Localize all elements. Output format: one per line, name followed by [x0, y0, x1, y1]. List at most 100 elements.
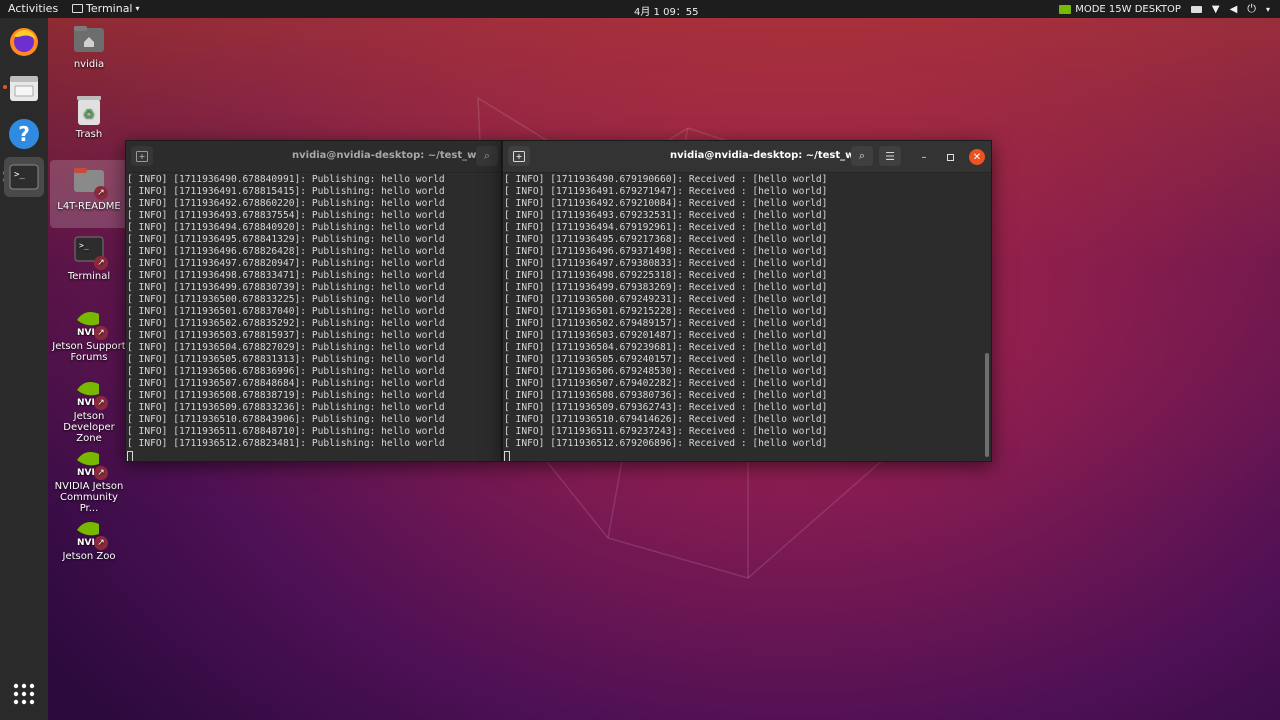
- desktop-icon-jetson-support-forums[interactable]: NVIL ↗ Jetson Support Forums: [50, 306, 128, 363]
- svg-text:>_: >_: [79, 241, 89, 250]
- svg-text:?: ?: [18, 122, 30, 146]
- shortcut-arrow-icon: ↗: [94, 466, 108, 480]
- terminal-small-icon: [72, 4, 83, 13]
- terminal-line: [ INFO] [1711936499.678830739]: Publishi…: [127, 282, 445, 293]
- firefox-icon: [10, 28, 38, 56]
- search-button[interactable]: ⌕: [851, 146, 873, 166]
- desktop-icon-nvidia[interactable]: nvidia: [50, 24, 128, 70]
- desktop-icon-terminal[interactable]: >_ ↗ Terminal: [50, 236, 128, 282]
- menu-button[interactable]: ☰: [879, 146, 901, 166]
- nvidia-power-mode-icon[interactable]: [1059, 4, 1072, 14]
- window-title: nvidia@nvidia-desktop: ~/test_ws: [292, 150, 483, 161]
- terminal-line: [ INFO] [1711936504.679239681]: Received…: [504, 342, 828, 353]
- terminal-line: [ INFO] [1711936499.679383269]: Received…: [504, 282, 828, 293]
- desktop-icon-label: L4T-README: [57, 201, 121, 212]
- terminal-line: [ INFO] [1711936490.679190660]: Received…: [504, 174, 828, 185]
- folder-shortcut-icon: ↗: [73, 166, 108, 200]
- desktop-icon-label: Jetson Zoo: [62, 551, 116, 562]
- terminal-window-publisher[interactable]: nvidia@nvidia-desktop: ~/test_ws ⌕ [ INF…: [125, 140, 502, 462]
- terminal-line: [ INFO] [1711936493.679232531]: Received…: [504, 210, 828, 221]
- desktop-icon-jetson-developer-zone[interactable]: NVIL ↗ Jetson Developer Zone: [50, 376, 128, 444]
- power-mode-label[interactable]: MODE 15W DESKTOP: [1075, 4, 1181, 15]
- terminal-line: [ INFO] [1711936504.678827029]: Publishi…: [127, 342, 445, 353]
- terminal-line: [ INFO] [1711936503.679201487]: Received…: [504, 330, 828, 341]
- terminal-line: [ INFO] [1711936509.679362743]: Received…: [504, 402, 828, 413]
- display-icon[interactable]: [1190, 5, 1202, 13]
- terminal-line: [ INFO] [1711936494.678840920]: Publishi…: [127, 222, 445, 233]
- terminal-line: [ INFO] [1711936506.678836996]: Publishi…: [127, 366, 445, 377]
- terminal-titlebar[interactable]: nvidia@nvidia-desktop: ~/test_ws ⌕: [126, 141, 501, 173]
- new-tab-button[interactable]: [131, 146, 153, 166]
- nvidia-logo-icon: NVIL ↗: [73, 376, 108, 410]
- system-tray[interactable]: MODE 15W DESKTOP ▼ ◀ ⏻ ▾: [1059, 2, 1270, 16]
- nvidia-logo-icon: NVIL ↗: [73, 516, 108, 550]
- text-cursor: [504, 451, 510, 461]
- app-menu-label: Terminal: [86, 2, 133, 15]
- shortcut-arrow-icon: ↗: [94, 326, 108, 340]
- desktop-icon-label: NVIDIA Jetson Community Pr...: [54, 481, 124, 514]
- text-cursor: [127, 451, 133, 461]
- top-bar: Activities Terminal ▾ 4月 1 09：55 MODE 15…: [0, 0, 1280, 18]
- apps-grid-icon: [13, 683, 35, 705]
- chevron-down-icon: ▾: [135, 4, 140, 13]
- app-menu-button[interactable]: Terminal ▾: [72, 2, 140, 15]
- desktop-icon-label: nvidia: [73, 59, 105, 70]
- search-icon: ⌕: [858, 149, 866, 162]
- dock-help[interactable]: ?: [4, 114, 44, 154]
- new-tab-icon: [136, 150, 148, 162]
- terminal-line: [ INFO] [1711936506.679248530]: Received…: [504, 366, 828, 377]
- terminal-line: [ INFO] [1711936493.678837554]: Publishi…: [127, 210, 445, 221]
- terminal-titlebar[interactable]: nvidia@nvidia-desktop: ~/test_ws ⌕ ☰ – ✕: [503, 141, 991, 173]
- desktop-icon-jetson-zoo[interactable]: NVIL ↗ Jetson Zoo: [50, 516, 128, 562]
- desktop-icon-l4t-readme[interactable]: ↗ L4T-README: [50, 160, 128, 228]
- terminal-icon: >_: [9, 164, 39, 190]
- terminal-output[interactable]: [ INFO] [1711936490.678840991]: Publishi…: [126, 174, 501, 461]
- desktop-icon-label: Terminal: [67, 271, 111, 282]
- terminal-line: [ INFO] [1711936510.679414626]: Received…: [504, 414, 828, 425]
- terminal-line: [ INFO] [1711936505.678831313]: Publishi…: [127, 354, 445, 365]
- terminal-line: [ INFO] [1711936507.678848684]: Publishi…: [127, 378, 445, 389]
- terminal-line: [ INFO] [1711936494.679192961]: Received…: [504, 222, 828, 233]
- desktop-icon-label: Trash: [75, 129, 103, 140]
- minimize-button[interactable]: –: [916, 149, 932, 165]
- terminal-window-subscriber[interactable]: nvidia@nvidia-desktop: ~/test_ws ⌕ ☰ – ✕…: [502, 140, 992, 462]
- scrollbar[interactable]: [985, 353, 989, 457]
- volume-icon[interactable]: ◀: [1230, 4, 1238, 15]
- power-icon[interactable]: ⏻: [1247, 2, 1256, 16]
- new-tab-button[interactable]: [508, 146, 530, 166]
- terminal-line: [ INFO] [1711936502.678835292]: Publishi…: [127, 318, 445, 329]
- help-icon: ?: [9, 119, 39, 149]
- show-applications-button[interactable]: [4, 674, 44, 714]
- terminal-line: [ INFO] [1711936497.679380833]: Received…: [504, 258, 828, 269]
- terminal-line: [ INFO] [1711936511.678848710]: Publishi…: [127, 426, 445, 437]
- search-button[interactable]: ⌕: [476, 146, 498, 166]
- dock-files[interactable]: [4, 68, 44, 108]
- terminal-output[interactable]: [ INFO] [1711936490.679190660]: Received…: [503, 174, 991, 461]
- terminal-line: [ INFO] [1711936508.678838719]: Publishi…: [127, 390, 445, 401]
- desktop-icon-nvidia-jetson-community[interactable]: NVIL ↗ NVIDIA Jetson Community Pr...: [50, 446, 128, 514]
- terminal-line: [ INFO] [1711936512.678823481]: Publishi…: [127, 438, 445, 449]
- dock-firefox[interactable]: [4, 22, 44, 62]
- maximize-button[interactable]: [942, 149, 958, 165]
- terminal-line: [ INFO] [1711936507.679402282]: Received…: [504, 378, 828, 389]
- terminal-line: [ INFO] [1711936508.679380736]: Received…: [504, 390, 828, 401]
- terminal-line: [ INFO] [1711936509.678833236]: Publishi…: [127, 402, 445, 413]
- terminal-line: [ INFO] [1711936497.678820947]: Publishi…: [127, 258, 445, 269]
- terminal-line: [ INFO] [1711936511.679237243]: Received…: [504, 426, 828, 437]
- terminal-line: [ INFO] [1711936490.678840991]: Publishi…: [127, 174, 445, 185]
- svg-text:♻: ♻: [83, 107, 95, 122]
- desktop-icon-trash[interactable]: ♻ Trash: [50, 94, 128, 140]
- hamburger-menu-icon: ☰: [885, 149, 895, 163]
- chevron-down-icon[interactable]: ▾: [1266, 5, 1270, 14]
- desktop-icon-label: Jetson Developer Zone: [63, 411, 115, 444]
- terminal-line: [ INFO] [1711936496.679371498]: Received…: [504, 246, 828, 257]
- wifi-icon[interactable]: ▼: [1212, 4, 1220, 15]
- activities-button[interactable]: Activities: [8, 2, 58, 15]
- terminal-line: [ INFO] [1711936495.678841329]: Publishi…: [127, 234, 445, 245]
- shortcut-arrow-icon: ↗: [94, 256, 108, 270]
- clock[interactable]: 4月 1 09：55: [634, 3, 699, 18]
- dock: ? >_: [0, 18, 48, 720]
- terminal-line: [ INFO] [1711936491.679271947]: Received…: [504, 186, 828, 197]
- close-button[interactable]: ✕: [969, 149, 985, 165]
- dock-terminal[interactable]: >_: [4, 157, 44, 197]
